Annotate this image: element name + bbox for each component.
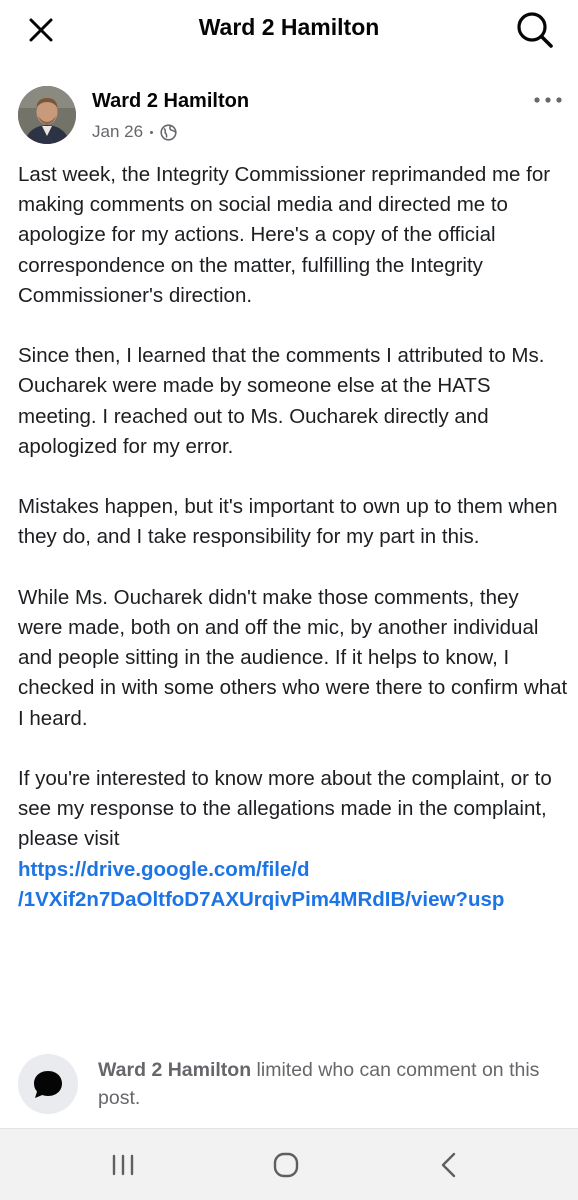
drive-link-line-1[interactable]: https://drive.google.com/file/d [18,855,568,885]
post-text: Last week, the Integrity Commissioner re… [18,160,568,915]
comment-limit-notice: Ward 2 Hamilton limited who can comment … [18,1052,570,1114]
post-paragraph: Mistakes happen, but it's important to o… [18,495,558,549]
post-paragraph: Last week, the Integrity Commissioner re… [18,163,551,307]
speech-bubble-icon [18,1054,78,1114]
drive-link-line-2[interactable]: /1VXif2n7DaOltfoD7AXUrqivPim4MRdIB/view?… [18,885,568,915]
notice-author: Ward 2 Hamilton [98,1059,252,1081]
system-navigation-bar [0,1128,578,1200]
post-header: Ward 2 Hamilton Jan 26 [0,78,578,156]
post-meta: Jan 26 [92,122,177,142]
globe-icon [160,123,177,141]
back-icon[interactable] [434,1149,464,1181]
search-icon[interactable] [514,9,556,51]
recent-apps-icon[interactable] [108,1151,138,1179]
more-options-icon[interactable] [532,90,564,110]
page-title: Ward 2 Hamilton [198,14,380,40]
post-paragraph: If you're interested to know more about … [18,767,552,851]
top-app-bar: Ward 2 Hamilton [0,0,578,58]
home-icon[interactable] [270,1149,302,1181]
comment-limit-text: Ward 2 Hamilton limited who can comment … [98,1056,570,1112]
separator-dot [150,130,154,134]
post-paragraph: While Ms. Oucharek didn't make those com… [18,585,568,730]
post-paragraph: Since then, I learned that the comments … [18,344,545,458]
post-paragraph-with-link: If you're interested to know more about … [18,764,568,915]
post-author[interactable]: Ward 2 Hamilton [92,90,249,113]
avatar[interactable] [18,86,76,144]
post-detail-screen: Ward 2 Hamilton Ward 2 Hamilton Jan 26 L… [0,0,578,1200]
post-date[interactable]: Jan 26 [92,122,143,142]
